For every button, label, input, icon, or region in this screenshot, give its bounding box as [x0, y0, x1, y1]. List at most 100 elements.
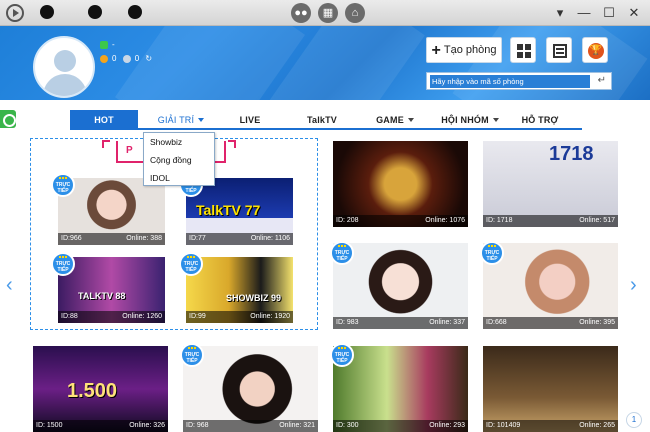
minimize-button[interactable]: —	[574, 3, 594, 23]
friends-icon[interactable]: ●●	[291, 3, 311, 23]
room-info-bar: ID: 968 Online: 321	[183, 420, 318, 432]
menu-dropdown-icon[interactable]: ▾	[550, 3, 570, 23]
tab-hot[interactable]: HOT	[70, 110, 138, 130]
maximize-button[interactable]: ☐	[599, 3, 619, 23]
corner-decoration	[102, 140, 110, 148]
tab-label: LIVE	[239, 115, 261, 125]
room-id: ID:99	[189, 313, 206, 320]
wallet-stats: 0 0 ↻	[100, 54, 156, 63]
grid-view-button[interactable]	[510, 37, 536, 63]
live-badge-label: TRỰC TIẾP	[183, 261, 199, 273]
avatar-body	[43, 74, 87, 96]
room-online: Online: 1106	[250, 235, 290, 242]
store-icon[interactable]: ▦	[318, 3, 338, 23]
tab-live[interactable]: LIVE	[220, 110, 280, 130]
room-online: Online: 1076	[425, 217, 465, 224]
live-badge: TRỰC TIẾP	[330, 241, 354, 265]
avatar-head	[54, 50, 76, 72]
tab-groups[interactable]: HỘI NHÓM	[430, 110, 510, 130]
room-online: Online: 517	[579, 217, 615, 224]
trophy-icon: 🏆	[588, 43, 604, 59]
chevron-down-icon	[492, 118, 499, 122]
avatar[interactable]	[33, 36, 95, 98]
tab-talktv[interactable]: TalkTV	[292, 110, 352, 130]
room-caption: SHOWBIZ 99	[226, 293, 282, 303]
live-badge: TRỰC TIẾP	[180, 343, 204, 367]
tab-label: HỖ TRỢ	[521, 115, 559, 125]
tab-support[interactable]: HỖ TRỢ	[510, 110, 570, 130]
room-online: Online: 1260	[122, 313, 162, 320]
room-info-bar: ID:88 Online: 1260	[58, 311, 165, 323]
room-card[interactable]: 1718 ID: 1718 Online: 517	[483, 141, 618, 227]
close-button[interactable]: ✕	[624, 3, 644, 23]
room-online: Online: 321	[279, 422, 315, 429]
room-online: Online: 1920	[250, 313, 290, 320]
room-search-input[interactable]	[430, 75, 590, 88]
dropdown-item-community[interactable]: Cộng đồng	[144, 151, 214, 169]
side-chat-icon[interactable]	[0, 110, 16, 128]
room-info-bar: ID: 983 Online: 337	[333, 317, 468, 329]
entertainment-dropdown: Showbiz Cộng đồng IDOL	[143, 132, 215, 186]
room-caption: 1718	[549, 143, 594, 165]
room-info-bar: ID:966 Online: 388	[58, 233, 165, 245]
ranking-button[interactable]: 🏆	[582, 37, 608, 63]
live-badge-label: TRỰC TIẾP	[184, 352, 200, 364]
room-id: ID:668	[486, 319, 507, 326]
live-badge: TRỰC TIẾP	[51, 252, 75, 276]
tab-label: HOT	[94, 115, 114, 125]
featured-tab-label: P	[126, 145, 133, 156]
room-id: ID: 1500	[36, 422, 63, 429]
coin-count: 0	[112, 54, 117, 64]
enter-icon[interactable]: ↵	[598, 75, 606, 86]
page-indicator[interactable]: 1	[626, 412, 642, 428]
live-badge-label: TRỰC TIẾP	[334, 250, 350, 262]
room-info-bar: ID: 1500 Online: 326	[33, 420, 168, 432]
live-badge: TRỰC TIẾP	[330, 343, 354, 367]
chevron-down-icon	[407, 118, 414, 122]
room-caption: TalkTV 77	[196, 202, 261, 218]
live-badge: TRỰC TIẾP	[51, 173, 75, 197]
dropdown-item-showbiz[interactable]: Showbiz	[144, 133, 214, 151]
room-id: ID: 968	[186, 422, 209, 429]
dropdown-item-idol[interactable]: IDOL	[144, 169, 214, 187]
profile-header: - 0 0 ↻ +Tạo phòng 🏆 ↵	[0, 26, 650, 100]
refresh-icon[interactable]: ↻	[145, 54, 152, 63]
tab-entertainment[interactable]: GIẢI TRÍ	[146, 110, 216, 130]
notification-icon[interactable]	[128, 5, 142, 19]
list-view-button[interactable]	[546, 37, 572, 63]
room-caption: 1.500	[67, 380, 118, 402]
chevron-down-icon	[198, 118, 205, 122]
notification-icon[interactable]	[88, 5, 102, 19]
room-online: Online: 388	[126, 235, 162, 242]
room-info-bar: ID:77 Online: 1106	[186, 233, 293, 245]
tab-game[interactable]: GAME	[365, 110, 425, 130]
tab-label: GIẢI TRÍ	[157, 115, 195, 125]
room-id: ID:77	[189, 235, 206, 242]
room-online: Online: 337	[429, 319, 465, 326]
title-bar: ●● ▦ ⌂ ▾ — ☐ ✕	[0, 0, 650, 26]
corner-decoration	[228, 140, 236, 148]
create-room-label: Tạo phòng	[443, 44, 497, 56]
room-id: ID: 1718	[486, 217, 513, 224]
room-info-bar: ID: 101409 Online: 265	[483, 420, 618, 432]
create-room-button[interactable]: + Tạo phòng	[426, 37, 502, 63]
gem-count: 0	[134, 54, 140, 64]
chevron-left-icon[interactable]: ‹	[6, 275, 16, 295]
tab-label: TalkTV	[306, 115, 338, 125]
app-logo-icon[interactable]	[6, 4, 24, 22]
rank-value: -	[112, 40, 115, 50]
room-card[interactable]: 1.500 ID: 1500 Online: 326	[33, 346, 168, 432]
notification-icon[interactable]	[40, 5, 54, 19]
room-online: Online: 395	[579, 319, 615, 326]
room-card[interactable]: ID: 101409 Online: 265	[483, 346, 618, 432]
room-info-bar: ID: 1718 Online: 517	[483, 215, 618, 227]
room-id: ID:88	[61, 313, 78, 320]
room-info-bar: ID: 300 Online: 293	[333, 420, 468, 432]
room-id: ID: 300	[336, 422, 359, 429]
room-card[interactable]: ID: 208 Online: 1076	[333, 141, 468, 227]
room-id: ID:966	[61, 235, 82, 242]
user-rank: -	[100, 40, 115, 49]
coin-icon	[100, 54, 108, 63]
home-icon[interactable]: ⌂	[345, 3, 365, 23]
chevron-right-icon[interactable]: ›	[630, 275, 640, 295]
